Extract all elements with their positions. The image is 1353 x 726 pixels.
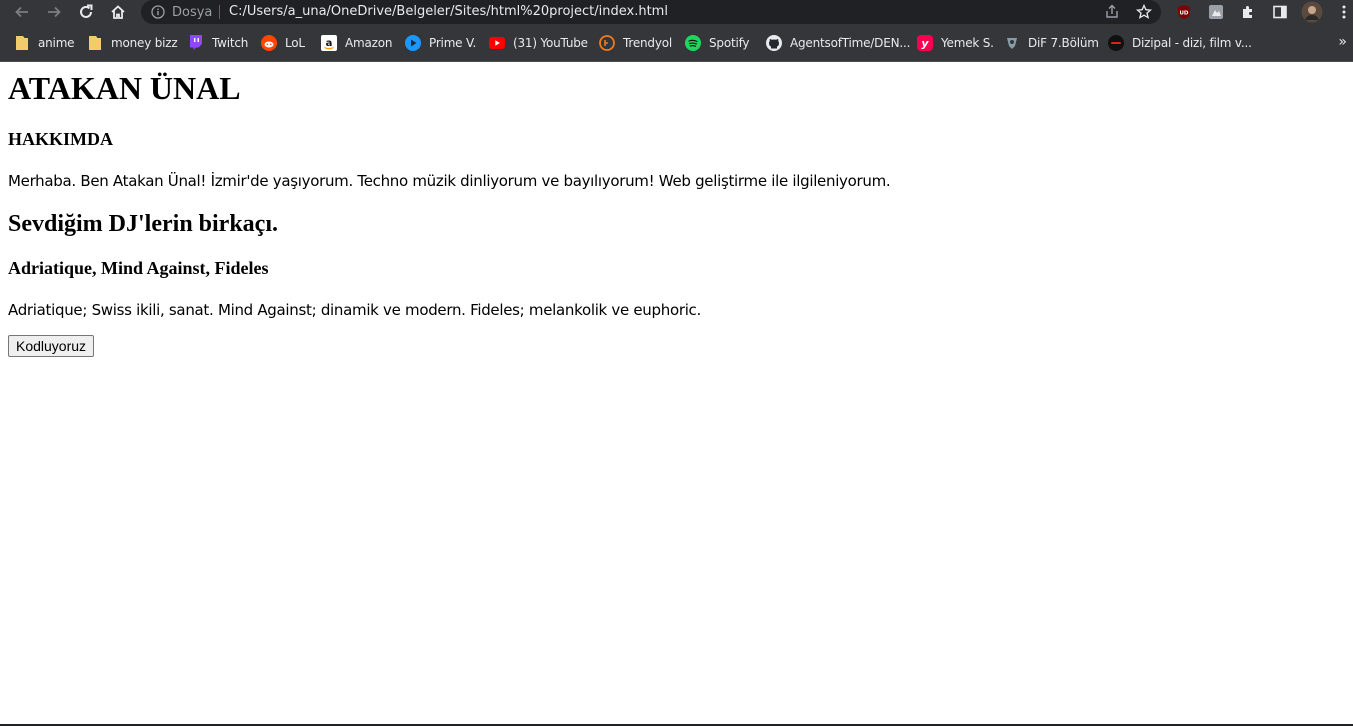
kodluyoruz-button[interactable]: Kodluyoruz [8, 335, 95, 357]
about-heading: HAKKIMDA [8, 129, 113, 149]
folder-icon [87, 35, 103, 51]
page-content: ATAKAN ÜNAL HAKKIMDA Merhaba. Ben Atakan… [0, 62, 1353, 724]
about-text: Merhaba. Ben Atakan Ünal! İzmir'de yaşıy… [8, 172, 891, 190]
star-icon[interactable] [1132, 0, 1156, 24]
spotify-icon [685, 34, 701, 51]
bookmark-yemeksepeti[interactable]: y Yemek S. [917, 24, 994, 61]
bookmark-label: Trendyol [623, 35, 673, 50]
github-icon [766, 34, 782, 51]
browser-toolbar: Dosya C:/Users/a_una/OneDrive/Belgeler/S… [0, 0, 1353, 24]
dj-heading: Sevdiğim DJ'lerin birkaçı. [8, 211, 278, 237]
trendyol-icon [599, 34, 615, 51]
dj-text: Adriatique; Swiss ikili, sanat. Mind Aga… [8, 301, 701, 319]
dif-icon [1004, 35, 1020, 51]
back-icon[interactable] [10, 0, 34, 24]
bookmark-label: Yemek S. [941, 35, 994, 50]
home-icon[interactable] [106, 0, 130, 24]
bookmark-dizipal[interactable]: Dizipal - dizi, film v... [1108, 24, 1252, 61]
bookmark-amazon[interactable]: a Amazon [321, 24, 393, 61]
svg-text:a: a [326, 38, 333, 49]
dizipal-icon [1108, 34, 1124, 51]
yemeksepeti-icon: y [917, 34, 933, 51]
amazon-icon: a [321, 34, 337, 51]
bookmark-prime-video[interactable]: Prime V. [405, 24, 476, 61]
bookmark-trendyol[interactable]: Trendyol [599, 24, 672, 61]
info-icon [151, 5, 165, 19]
bookmark-label: AgentsofTime/DEN... [790, 35, 911, 50]
svg-text:UD: UD [1179, 11, 1188, 17]
site-info-button[interactable]: Dosya [151, 0, 212, 24]
sidepanel-icon[interactable] [1268, 0, 1292, 24]
omnibox-divider [219, 5, 220, 19]
bookmark-label: money bizz [111, 35, 178, 50]
bookmarks-more-button[interactable]: » [1338, 24, 1347, 61]
bookmark-label: DiF 7.Bölüm [1028, 35, 1099, 50]
dj-subheading: Adriatique, Mind Against, Fideles [8, 258, 269, 278]
reddit-icon [261, 34, 277, 51]
bookmark-label: Prime V. [429, 35, 477, 50]
bookmark-label: Twitch [212, 35, 249, 50]
bookmark-label: Dizipal - dizi, film v... [1132, 35, 1252, 50]
address-bar[interactable]: Dosya C:/Users/a_una/OneDrive/Belgeler/S… [141, 0, 1161, 24]
bookmark-github[interactable]: AgentsofTime/DEN... [766, 24, 910, 61]
svg-text:y: y [921, 37, 929, 50]
share-icon[interactable] [1100, 0, 1124, 24]
youtube-icon [489, 35, 505, 51]
bookmark-dif[interactable]: DiF 7.Bölüm [1004, 24, 1099, 61]
url-text[interactable]: C:/Users/a_una/OneDrive/Belgeler/Sites/h… [229, 0, 668, 24]
reload-icon[interactable] [74, 0, 98, 24]
bookmark-label: LoL [285, 35, 305, 50]
bookmark-youtube[interactable]: (31) YouTube [489, 24, 588, 61]
bookmark-anime[interactable]: anime [14, 24, 75, 61]
folder-icon [14, 35, 30, 51]
bookmark-twitch[interactable]: Twitch [188, 24, 248, 61]
bookmark-label: Spotify [709, 35, 750, 50]
bookmark-lol[interactable]: LoL [261, 24, 305, 61]
bookmark-label: (31) YouTube [513, 35, 588, 50]
puzzle-icon[interactable] [1236, 0, 1260, 24]
bookmark-spotify[interactable]: Spotify [685, 24, 750, 61]
menu-icon[interactable] [1332, 0, 1353, 24]
ublock-icon[interactable]: UD [1172, 0, 1196, 24]
bookmarks-bar: anime money bizz Twitch LoL a Amazon Pri… [0, 24, 1353, 62]
forward-icon[interactable] [42, 0, 66, 24]
bookmark-label: anime [38, 35, 75, 50]
twitch-icon [188, 35, 204, 51]
extension-icon[interactable] [1204, 0, 1228, 24]
bookmark-label: Amazon [345, 35, 393, 50]
site-info-label: Dosya [172, 4, 213, 20]
profile-avatar[interactable] [1300, 0, 1324, 24]
page-title: ATAKAN ÜNAL [8, 70, 241, 106]
prime-video-icon [405, 34, 421, 51]
bookmark-money-bizz[interactable]: money bizz [87, 24, 178, 61]
